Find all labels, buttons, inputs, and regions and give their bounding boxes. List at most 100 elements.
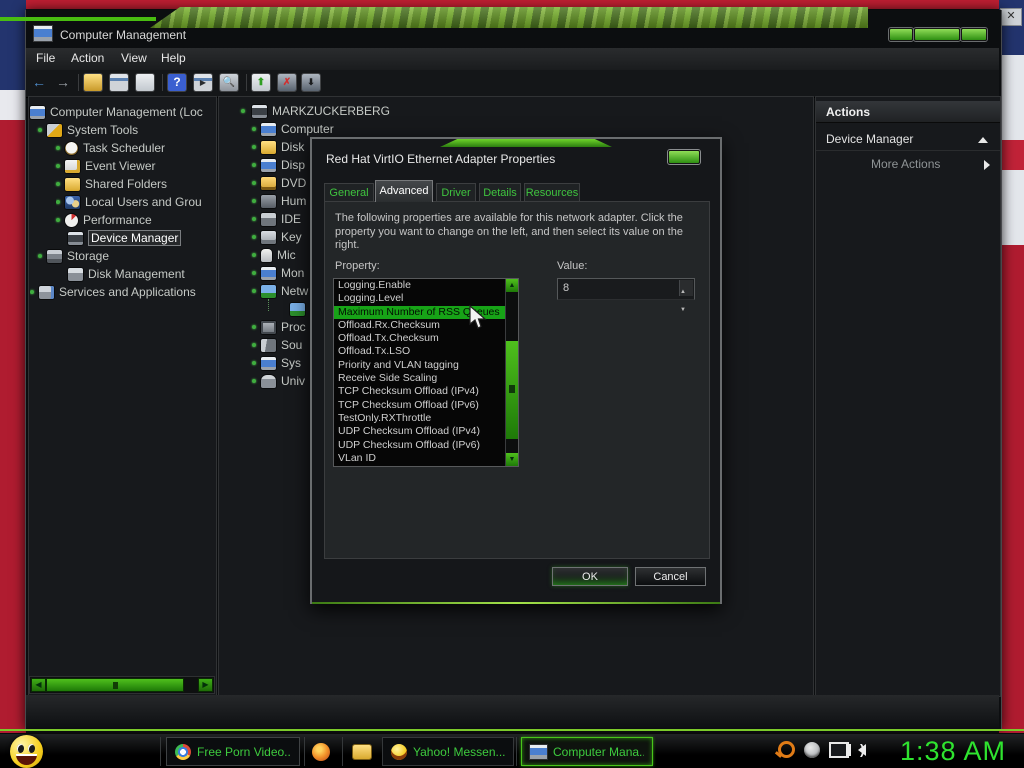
tree-bullet-icon[interactable] (252, 361, 256, 365)
collapse-icon[interactable] (978, 137, 988, 143)
help-icon[interactable]: ? (168, 74, 186, 91)
spin-up-icon[interactable]: ▲ (680, 289, 686, 295)
tree-node-usb[interactable]: Univ (252, 373, 305, 389)
disable-device-icon[interactable]: ✗ (278, 74, 296, 91)
tree-bullet-icon[interactable] (252, 325, 256, 329)
tree-bullet-icon[interactable] (56, 182, 60, 186)
property-item[interactable]: TCP Checksum Offload (IPv4) (334, 385, 518, 398)
maximize-button[interactable] (914, 28, 960, 41)
update-driver-icon[interactable]: ⬇ (302, 74, 320, 91)
actions-section-device-manager[interactable]: Device Manager (816, 127, 1000, 151)
tree-node-task-scheduler[interactable]: Task Scheduler (56, 140, 165, 156)
tree-node-services[interactable]: Services and Applications (30, 284, 214, 300)
dialog-close-button[interactable] (668, 150, 700, 164)
tree-node-shared-folders[interactable]: Shared Folders (56, 176, 167, 192)
close-button[interactable] (961, 28, 987, 41)
property-item-selected[interactable]: Maximum Number of RSS Queues (334, 305, 518, 319)
tree-node-disk-drives[interactable]: Disk (252, 139, 304, 155)
back-icon[interactable]: ← (30, 74, 48, 91)
properties-icon[interactable] (136, 74, 154, 91)
tree-bullet-icon[interactable] (252, 343, 256, 347)
scrollbar-thumb[interactable] (506, 341, 518, 439)
tree-node-device-manager[interactable]: Device Manager (68, 230, 182, 246)
tree-bullet-icon[interactable] (252, 181, 256, 185)
property-item[interactable]: VLan ID (334, 452, 518, 465)
tree-node-dvd[interactable]: DVD (252, 175, 306, 191)
background-window-close-icon[interactable]: ✕ (1000, 8, 1022, 26)
property-item[interactable]: UDP Checksum Offload (IPv4) (334, 425, 518, 438)
tree-bullet-icon[interactable] (252, 217, 256, 221)
tree-node-ide[interactable]: IDE (252, 211, 301, 227)
tree-bullet-icon[interactable] (38, 254, 42, 258)
property-item[interactable]: Priority and VLAN tagging (334, 359, 518, 372)
value-spinner-input[interactable]: 8 ▲ ▼ (557, 278, 695, 313)
scroll-left-icon[interactable]: ◀ (31, 678, 46, 692)
tree-node-sound[interactable]: Sou (252, 337, 302, 353)
value-text[interactable]: 8 (563, 282, 569, 294)
tree-node-network-adapters[interactable]: Netw (252, 283, 308, 299)
tree-bullet-icon[interactable] (252, 127, 256, 131)
tree-node-local-users[interactable]: Local Users and Grou (56, 194, 214, 210)
property-item[interactable]: Logging.Level (334, 292, 518, 305)
property-listbox[interactable]: Logging.Enable Logging.Level Maximum Num… (333, 278, 519, 467)
tree-node-virtio-adapter[interactable] (290, 301, 310, 317)
property-item[interactable]: TestOnly.RXThrottle (334, 412, 518, 425)
tree-bullet-icon[interactable] (252, 163, 256, 167)
scroll-right-icon[interactable]: ▶ (198, 678, 213, 692)
firefox-icon[interactable] (312, 743, 330, 761)
tree-node-keyboards[interactable]: Key (252, 229, 302, 245)
tree-bullet-icon[interactable] (38, 128, 42, 132)
tree-node-storage[interactable]: Storage (38, 248, 109, 264)
console-window-icon[interactable] (110, 74, 128, 91)
smiley-start-icon[interactable] (10, 735, 43, 768)
folder-icon[interactable] (353, 745, 371, 759)
forward-icon[interactable]: → (54, 74, 72, 91)
tree-bullet-icon[interactable] (252, 271, 256, 275)
tree-bullet-icon[interactable] (56, 200, 60, 204)
tree-bullet-icon[interactable] (252, 145, 256, 149)
tab-resources[interactable]: Resources (524, 183, 580, 201)
volume-tray-icon[interactable] (846, 741, 866, 757)
menu-action[interactable]: Action (71, 51, 104, 65)
tree-bullet-icon[interactable] (252, 289, 256, 293)
taskbar-clock[interactable]: 1:38 AM (900, 736, 1006, 767)
left-pane-horizontal-scrollbar[interactable]: ◀ ▶ (29, 676, 215, 694)
taskbar-button-free-porn-video[interactable]: Free Porn Video... (166, 737, 300, 766)
tab-general[interactable]: General (324, 183, 374, 201)
tree-node-monitors[interactable]: Mon (252, 265, 304, 281)
property-item[interactable]: Logging.Enable (334, 279, 518, 292)
tree-bullet-icon[interactable] (252, 253, 256, 257)
listbox-scrollbar[interactable]: ▲ ▼ (505, 279, 518, 466)
scrollbar-thumb[interactable] (46, 678, 184, 692)
export-list-icon[interactable]: ⬆ (252, 74, 270, 91)
taskbar-button-yahoo-messenger[interactable]: Yahoo! Messen... (382, 737, 514, 766)
tree-node-system-tools[interactable]: System Tools (38, 122, 138, 138)
spin-down-icon[interactable]: ▼ (680, 307, 686, 313)
show-action-pane-icon[interactable]: ▶ (194, 74, 212, 91)
minimize-button[interactable] (889, 28, 913, 41)
taskbar-button-computer-management[interactable]: Computer Mana... (521, 737, 653, 766)
tree-bullet-icon[interactable] (56, 218, 60, 222)
tree-bullet-icon[interactable] (30, 290, 34, 294)
scroll-down-icon[interactable]: ▼ (506, 453, 518, 466)
property-item[interactable]: Offload.Tx.LSO (334, 345, 518, 358)
ok-button[interactable]: OK (552, 567, 628, 586)
tree-node-processors[interactable]: Proc (252, 319, 306, 335)
tree-bullet-icon[interactable] (252, 379, 256, 383)
tree-node-performance[interactable]: Performance (56, 212, 152, 228)
property-item[interactable]: UDP Checksum Offload (IPv6) (334, 439, 518, 452)
tree-bullet-icon[interactable] (56, 146, 60, 150)
tree-node-event-viewer[interactable]: Event Viewer (56, 158, 155, 174)
property-item[interactable]: TCP Checksum Offload (IPv6) (334, 399, 518, 412)
tree-bullet-icon[interactable] (241, 109, 245, 113)
tree-node-computer[interactable]: Computer (252, 121, 334, 137)
property-item[interactable]: Receive Side Scaling (334, 372, 518, 385)
tree-node-system-devices[interactable]: Sys (252, 355, 301, 371)
tree-node-computer-management[interactable]: Computer Management (Loc (30, 104, 203, 120)
menu-file[interactable]: File (36, 51, 55, 65)
tree-bullet-icon[interactable] (252, 235, 256, 239)
tree-bullet-icon[interactable] (252, 199, 256, 203)
search-tray-icon[interactable] (778, 741, 795, 758)
property-item[interactable]: Offload.Rx.Checksum (334, 319, 518, 332)
scroll-up-icon[interactable]: ▲ (506, 279, 518, 292)
